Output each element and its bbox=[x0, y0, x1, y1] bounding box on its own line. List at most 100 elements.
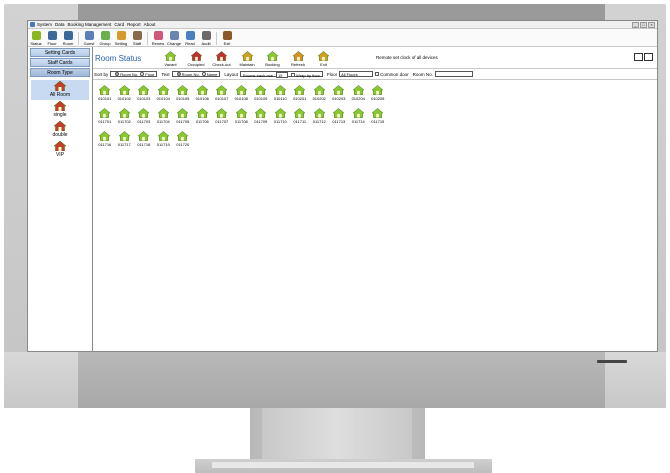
toolbar-exit-button[interactable]: Exit bbox=[221, 31, 234, 46]
text-name-radio[interactable] bbox=[201, 72, 206, 76]
vacant-button[interactable]: Vacant bbox=[158, 51, 183, 67]
sort-room-no-radio[interactable] bbox=[115, 72, 120, 76]
remote-clock-link[interactable]: Remote set clock of all devices bbox=[376, 55, 438, 60]
vacant-room-icon bbox=[215, 85, 228, 95]
room-tile[interactable]: 011701 bbox=[95, 106, 115, 129]
sort-label: Sort by bbox=[94, 71, 109, 77]
room-tile[interactable]: 011720 bbox=[173, 129, 193, 152]
common-door-checkbox[interactable] bbox=[375, 72, 380, 76]
room-tile[interactable]: 011709 bbox=[251, 106, 271, 129]
room-tile[interactable]: 011705 bbox=[173, 106, 193, 129]
room-tile[interactable]: 010101 bbox=[95, 83, 115, 106]
maintain-icon bbox=[240, 51, 254, 61]
menu-system[interactable]: System bbox=[37, 22, 52, 27]
refresh-button[interactable]: Refresh bbox=[286, 51, 311, 67]
menu-about[interactable]: About bbox=[144, 22, 156, 27]
room-type-double[interactable]: double bbox=[31, 120, 89, 140]
room-tile[interactable]: 010109 bbox=[251, 83, 271, 106]
toolbar-setting-button[interactable]: Setting bbox=[115, 31, 128, 46]
room-tile[interactable]: 010105 bbox=[173, 83, 193, 106]
vacant-room-icon bbox=[235, 85, 248, 95]
vacant-room-icon bbox=[274, 108, 287, 118]
toolbar-floor-button[interactable]: Floor bbox=[46, 31, 59, 46]
toolbar-room-button[interactable]: Room bbox=[62, 31, 75, 46]
vacant-room-icon bbox=[118, 131, 131, 141]
room-number: 011705 bbox=[176, 119, 190, 124]
toolbar-change-button[interactable]: Change bbox=[167, 31, 181, 46]
text-group: Room No. Name bbox=[171, 71, 221, 77]
toolbar-staff-button[interactable]: Staff bbox=[131, 31, 144, 46]
room-tile[interactable]: 010110 bbox=[271, 83, 291, 106]
icon-view-button[interactable] bbox=[634, 53, 643, 61]
menu-booking-management[interactable]: Booking Management bbox=[68, 22, 112, 27]
card-setting-icon bbox=[116, 31, 126, 40]
list-view-button[interactable] bbox=[644, 53, 653, 61]
room-tile[interactable]: 011704 bbox=[154, 106, 174, 129]
room-tile[interactable]: 010103 bbox=[134, 83, 154, 106]
room-tile[interactable]: 011715 bbox=[368, 106, 388, 129]
room-tile[interactable]: 011716 bbox=[95, 129, 115, 152]
refresh-icon bbox=[291, 51, 305, 61]
close-button[interactable]: × bbox=[648, 22, 655, 28]
room-type-vip[interactable]: VIP bbox=[31, 140, 89, 160]
room-tile[interactable]: 011717 bbox=[115, 129, 135, 152]
room-tile[interactable]: 010102 bbox=[115, 83, 135, 106]
toolbar-read-button[interactable]: Read bbox=[184, 31, 197, 46]
monitor-stand-neck-inner bbox=[262, 408, 412, 460]
room-tile[interactable]: 010205 bbox=[368, 83, 388, 106]
room-type-all-room[interactable]: All Room bbox=[31, 80, 89, 100]
minimize-button[interactable]: _ bbox=[632, 22, 639, 28]
toolbar-guest-button[interactable]: Guest bbox=[83, 31, 96, 46]
room-tile[interactable]: 011718 bbox=[134, 129, 154, 152]
toolbar-group-button[interactable]: Group bbox=[99, 31, 112, 46]
room-tile[interactable]: 011702 bbox=[115, 106, 135, 129]
room-type-icon bbox=[53, 120, 67, 132]
room-tile[interactable]: 011713 bbox=[329, 106, 349, 129]
room-tile[interactable]: 011706 bbox=[193, 106, 213, 129]
floor-select[interactable]: All Floors bbox=[339, 71, 374, 77]
group-icon bbox=[100, 31, 110, 40]
menu-card[interactable]: Card bbox=[114, 22, 124, 27]
check-out-button[interactable]: Check-out bbox=[209, 51, 234, 67]
menu-report[interactable]: Report bbox=[127, 22, 141, 27]
maintain-button[interactable]: Maintain bbox=[235, 51, 260, 67]
power-indicator bbox=[597, 360, 627, 363]
room-tile[interactable]: 010201 bbox=[290, 83, 310, 106]
occupied-button[interactable]: Occupied bbox=[184, 51, 209, 67]
room-type-button[interactable]: Room Type bbox=[30, 68, 90, 77]
menu-data[interactable]: Data bbox=[55, 22, 65, 27]
room-tile[interactable]: 011712 bbox=[310, 106, 330, 129]
sort-floor-radio[interactable] bbox=[140, 72, 145, 76]
room-tile[interactable]: 011719 bbox=[154, 129, 174, 152]
room-tile[interactable]: 011707 bbox=[212, 106, 232, 129]
room-no-search-input[interactable] bbox=[434, 71, 473, 77]
maximize-button[interactable]: □ bbox=[640, 22, 647, 28]
room-tile[interactable]: 010202 bbox=[310, 83, 330, 106]
room-type-single[interactable]: single bbox=[31, 100, 89, 120]
room-tile[interactable]: 010107 bbox=[212, 83, 232, 106]
exit-button[interactable]: Exit bbox=[311, 51, 336, 67]
booking-button[interactable]: Booking bbox=[260, 51, 285, 67]
change-card-icon bbox=[169, 31, 179, 40]
room-tile[interactable]: 010104 bbox=[154, 83, 174, 106]
guest-icon bbox=[84, 31, 94, 40]
staff-cards-button[interactable]: Staff Cards bbox=[30, 58, 90, 67]
text-room-no-radio[interactable] bbox=[176, 72, 181, 76]
rooms-each-row-input[interactable]: 15 bbox=[276, 72, 289, 78]
room-tile[interactable]: 010108 bbox=[232, 83, 252, 106]
room-tile[interactable]: 011711 bbox=[290, 106, 310, 129]
room-tile[interactable]: 011708 bbox=[232, 106, 252, 129]
wrap-by-floor-checkbox[interactable] bbox=[291, 73, 296, 77]
room-status-header: Room Status Vacant Occupied Check-out Maint… bbox=[93, 47, 657, 69]
room-tile[interactable]: 010106 bbox=[193, 83, 213, 106]
toolbar-renew-button[interactable]: Renew bbox=[152, 31, 165, 46]
room-tile[interactable]: 011714 bbox=[349, 106, 369, 129]
room-tile[interactable]: 011710 bbox=[271, 106, 291, 129]
vacant-house-icon bbox=[164, 51, 177, 61]
room-tile[interactable]: 010204 bbox=[349, 83, 369, 106]
setting-cards-button[interactable]: Setting Cards bbox=[30, 48, 90, 57]
toolbar-status-button[interactable]: Status bbox=[30, 31, 43, 46]
toolbar-audit-button[interactable]: Audit bbox=[200, 31, 213, 46]
room-tile[interactable]: 010203 bbox=[329, 83, 349, 106]
room-tile[interactable]: 011703 bbox=[134, 106, 154, 129]
